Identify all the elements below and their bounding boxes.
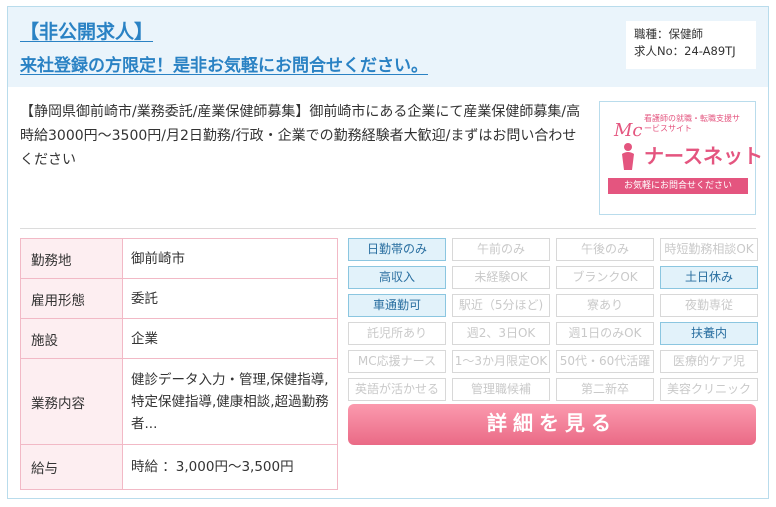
feature-tag: 英語が活かせる xyxy=(348,378,446,401)
table-row: 業務内容 健診データ入力・管理,保健指導,特定保健指導,健康相談,超過勤務者..… xyxy=(20,358,338,445)
feature-tag: 医療的ケア児 xyxy=(660,350,758,373)
info-label: 勤務地 xyxy=(20,238,123,279)
info-value: 健診データ入力・管理,保健指導,特定保健指導,健康相談,超過勤務者... xyxy=(122,358,338,445)
info-value: 御前崎市 xyxy=(122,238,338,279)
logo-mc: Mc xyxy=(614,120,643,141)
table-row: 雇用形態 委託 xyxy=(20,278,338,319)
info-value: 時給 ：3,000円～3,500円 xyxy=(122,444,338,490)
feature-tag: 車通勤可 xyxy=(348,294,446,317)
nursenet-banner[interactable]: Mc 看護師の就職・転職支援サービスサイト ナースネット お気軽にお問合せくださ… xyxy=(599,101,763,215)
info-value: 委託 xyxy=(122,278,338,319)
info-value: 企業 xyxy=(122,318,338,359)
feature-tag: 時短勤務相談OK xyxy=(660,238,758,261)
feature-tag: 午後のみ xyxy=(556,238,654,261)
feature-tag: 美容クリニック xyxy=(660,378,758,401)
feature-tag: 1～3か月限定OK xyxy=(452,350,550,373)
feature-tag: 週2、3日OK xyxy=(452,322,550,345)
job-subtitle[interactable]: 来社登録の方限定！是非お気軽にお問合せください。 xyxy=(20,51,428,76)
feature-tag: MC応援ナース xyxy=(348,350,446,373)
view-details-button[interactable]: 詳細を見る xyxy=(348,404,756,445)
feature-tag: 日勤帯のみ xyxy=(348,238,446,261)
job-card: 【非公開求人】 来社登録の方限定！是非お気軽にお問合せください。 職種：保健師 … xyxy=(7,6,769,499)
feature-tag: 50代・60代活躍 xyxy=(556,350,654,373)
logo-tagline: 看護師の就職・転職支援サービスサイト xyxy=(644,114,740,133)
job-meta-box: 職種：保健師 求人No：24-A89TJ xyxy=(626,21,756,69)
info-label: 施設 xyxy=(20,318,123,359)
job-number: 求人No：24-A89TJ xyxy=(634,44,736,58)
feature-tag: 管理職候補 xyxy=(452,378,550,401)
job-type: 職種：保健師 xyxy=(634,27,703,41)
job-title[interactable]: 【非公開求人】 xyxy=(20,17,153,44)
feature-tag: 寮あり xyxy=(556,294,654,317)
feature-tag: 午前のみ xyxy=(452,238,550,261)
section-divider xyxy=(20,228,756,229)
info-label: 給与 xyxy=(20,444,123,490)
job-info-table: 勤務地 御前崎市 雇用形態 委託 施設 企業 業務内容 健診データ入力・管理,保… xyxy=(20,238,338,490)
feature-tag: 高収入 xyxy=(348,266,446,289)
feature-tag: 夜勤専従 xyxy=(660,294,758,317)
feature-tag: 託児所あり xyxy=(348,322,446,345)
feature-tags: 日勤帯のみ 午前のみ 午後のみ 時短勤務相談OK 高収入 未経験OK ブランクO… xyxy=(348,238,758,401)
info-label: 雇用形態 xyxy=(20,278,123,319)
logo-ribbon: お気軽にお問合せください xyxy=(608,178,748,194)
card-header: 【非公開求人】 来社登録の方限定！是非お気軽にお問合せください。 職種：保健師 … xyxy=(8,7,768,87)
job-description: 【静岡県御前崎市/業務委託/産業保健師募集】御前崎市にある企業にて産業保健師募集… xyxy=(20,104,581,168)
feature-tag: 駅近（5分ほど) xyxy=(452,294,550,317)
feature-tag: 扶養内 xyxy=(660,322,758,345)
feature-tag: 週1日のみOK xyxy=(556,322,654,345)
feature-tag: 土日休み xyxy=(660,266,758,289)
table-row: 給与 時給 ：3,000円～3,500円 xyxy=(20,444,338,490)
table-row: 施設 企業 xyxy=(20,318,338,359)
feature-tag: 未経験OK xyxy=(452,266,550,289)
feature-tag: ブランクOK xyxy=(556,266,654,289)
nurse-figure-icon xyxy=(622,143,634,170)
table-row: 勤務地 御前崎市 xyxy=(20,238,338,279)
info-label: 業務内容 xyxy=(20,358,123,445)
logo-brand: ナースネット xyxy=(644,144,763,168)
feature-tag: 第二新卒 xyxy=(556,378,654,401)
